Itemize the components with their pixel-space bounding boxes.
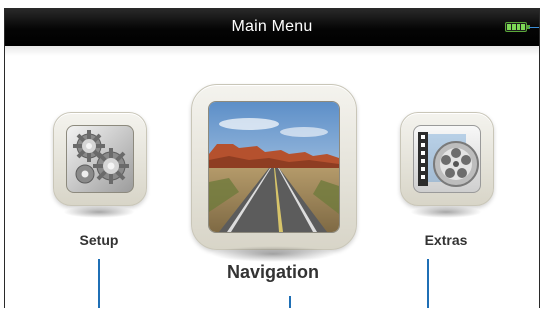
screen-title: Main Menu bbox=[231, 18, 313, 35]
menu-item-setup[interactable]: Setup bbox=[53, 112, 149, 308]
navigation-tile-shadow bbox=[211, 246, 335, 262]
setup-connector-line bbox=[98, 259, 100, 308]
extras-label: Extras bbox=[424, 232, 468, 248]
navigation-tile[interactable] bbox=[191, 84, 357, 250]
setup-label: Setup bbox=[79, 232, 119, 248]
navigation-connector-line bbox=[289, 296, 291, 308]
title-bar: Main Menu bbox=[5, 8, 539, 46]
road-landscape-icon bbox=[208, 101, 340, 233]
film-reel-icon bbox=[413, 125, 481, 193]
setup-tile-shadow bbox=[63, 206, 135, 218]
indicator-line bbox=[529, 27, 539, 28]
extras-tile-shadow bbox=[410, 206, 482, 218]
menu-item-extras[interactable]: Extras bbox=[400, 112, 496, 308]
menu-item-navigation[interactable]: Navigation bbox=[191, 84, 361, 308]
extras-connector-line bbox=[427, 259, 429, 308]
device-screen: Main Menu Setup Navigation Extras bbox=[4, 8, 540, 308]
battery-full-icon bbox=[505, 22, 527, 32]
setup-tile[interactable] bbox=[53, 112, 147, 206]
navigation-label: Navigation bbox=[226, 262, 319, 282]
gears-icon bbox=[66, 125, 134, 193]
header-shadow bbox=[5, 46, 539, 56]
extras-tile[interactable] bbox=[400, 112, 494, 206]
